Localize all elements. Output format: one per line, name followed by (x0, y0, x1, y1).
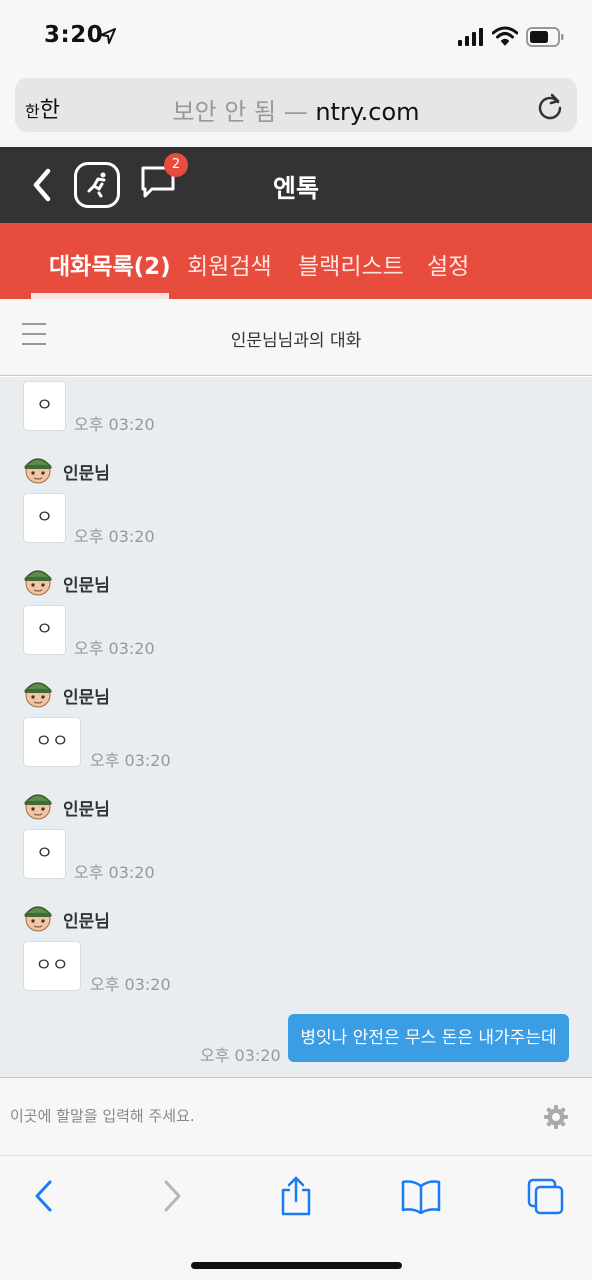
chat-header: 인문님님과의 대화 (0, 299, 592, 376)
address-bar[interactable]: 한한 보안 안 됨 — ntry.com (15, 78, 577, 132)
message-bubble: ㅇ (23, 605, 66, 655)
browser-forward-icon[interactable] (160, 1176, 184, 1216)
sender-name: 인문님 (63, 576, 110, 596)
tab-blacklist[interactable]: 블랙리스트 (298, 247, 404, 281)
app-header: 2 엔톡 (0, 147, 592, 223)
wifi-icon (492, 26, 518, 46)
message-bubble: ㅇ (23, 381, 66, 431)
sender-name: 인문님 (63, 688, 110, 708)
sender-name: 인문님 (63, 800, 110, 820)
browser-back-icon[interactable] (32, 1176, 56, 1216)
browser-address-area: 한한 보안 안 됨 — ntry.com (0, 72, 592, 147)
location-arrow-icon (100, 28, 116, 44)
message-bubble: ㅇ (23, 493, 66, 543)
gear-icon[interactable] (543, 1104, 569, 1130)
message-input[interactable] (10, 1098, 510, 1134)
message-time: 오후 03:20 (74, 527, 155, 546)
sender-name: 인문님 (63, 912, 110, 932)
avatar-icon (23, 794, 53, 820)
message-time: 오후 03:20 (74, 415, 155, 434)
message-bubble: ㅇㅇ (23, 941, 81, 991)
message-list[interactable]: ㅇ 오후 03:20 인문님 ㅇ 오후 03:20 인문님 ㅇ 오후 03:20… (0, 377, 592, 1077)
chat-title: 인문님님과의 대화 (230, 331, 362, 351)
reload-icon[interactable] (537, 92, 563, 120)
my-message-bubble: 병잇나 안전은 무스 돈은 내가주는데 (288, 1014, 569, 1062)
message-time: 오후 03:20 (90, 751, 171, 770)
tabs-icon[interactable] (527, 1178, 565, 1216)
url-display[interactable]: 보안 안 됨 — ntry.com (15, 92, 577, 127)
avatar-icon (23, 570, 53, 596)
tab-settings[interactable]: 설정 (427, 247, 469, 281)
message-time: 오후 03:20 (74, 639, 155, 658)
message-bubble: ㅇㅇ (23, 717, 81, 767)
share-icon[interactable] (280, 1176, 312, 1216)
url-domain: ntry.com (315, 98, 420, 126)
bookmarks-icon[interactable] (401, 1180, 441, 1214)
avatar-icon (23, 906, 53, 932)
my-message-time: 오후 03:20 (200, 1046, 281, 1065)
tab-conversations[interactable]: 대화목록(2) (49, 247, 171, 281)
page-title: 엔톡 (272, 174, 319, 203)
status-time: 3:20 (44, 22, 104, 48)
message-time: 오후 03:20 (74, 863, 155, 882)
cellular-signal-icon (458, 28, 483, 46)
home-indicator[interactable] (191, 1262, 402, 1269)
avatar-icon (23, 458, 53, 484)
avatar-icon (23, 682, 53, 708)
sender-name: 인문님 (63, 464, 110, 484)
tab-bar: 대화목록(2) 회원검색 블랙리스트 설정 (0, 223, 592, 299)
message-input-bar (0, 1077, 592, 1155)
tab-member-search[interactable]: 회원검색 (187, 247, 272, 281)
status-bar: 3:20 (0, 0, 592, 72)
message-bubble: ㅇ (23, 829, 66, 879)
battery-icon (526, 27, 564, 47)
message-time: 오후 03:20 (90, 975, 171, 994)
insecure-label: 보안 안 됨 — (172, 98, 308, 126)
browser-toolbar (0, 1155, 592, 1280)
